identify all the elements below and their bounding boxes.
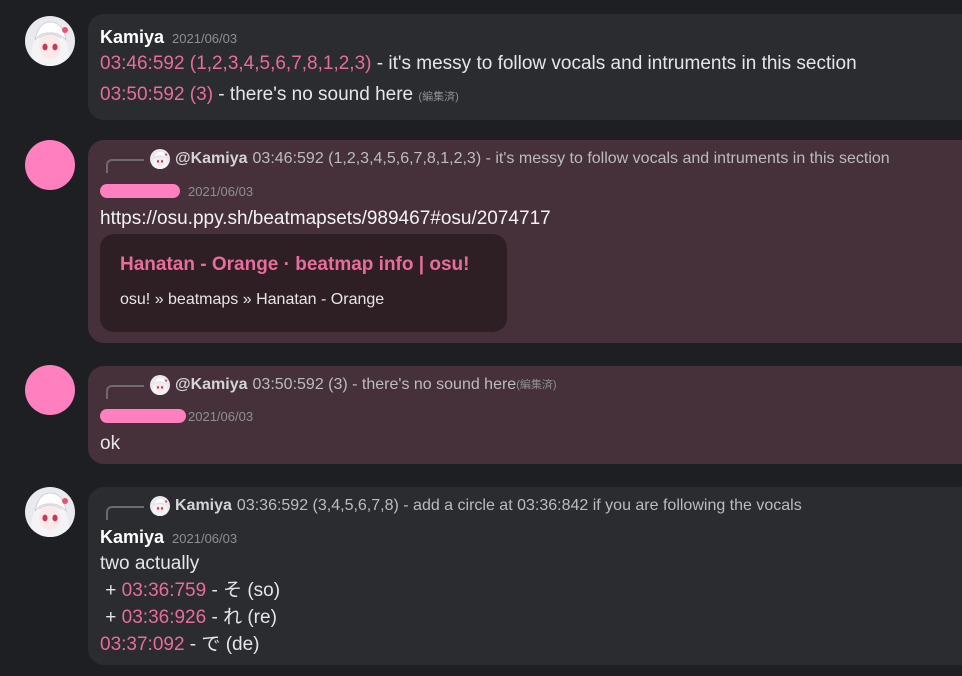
reply-preview[interactable]: @Kamiya 03:46:592 (1,2,3,4,5,6,7,8,1,2,3… (106, 148, 890, 176)
message-bubble: @Kamiya 03:46:592 (1,2,3,4,5,6,7,8,1,2,3… (88, 140, 962, 343)
reply-preview[interactable]: @Kamiya 03:50:592 (3) - there's no sound… (106, 374, 557, 402)
reply-avatar (150, 375, 170, 395)
redacted-author-name (100, 183, 180, 198)
avatar[interactable] (25, 365, 75, 415)
reply-avatar (150, 496, 170, 516)
reply-connector (106, 506, 144, 520)
message-text: - れ (re) (206, 607, 277, 628)
timestamp-link[interactable]: 03:50:592 (3) (100, 84, 213, 105)
message-line: 03:50:592 (3) - there's no sound here (編… (100, 83, 459, 109)
reply-author: @Kamiya (175, 150, 248, 167)
user-avatar-image (25, 16, 75, 66)
edited-label: (編集済) (418, 91, 459, 103)
avatar[interactable] (25, 487, 75, 537)
message-line: 03:46:592 (1,2,3,4,5,6,7,8,1,2,3) - it's… (100, 52, 857, 76)
timestamp-link[interactable]: 03:46:592 (1,2,3,4,5,6,7,8,1,2,3) (100, 53, 371, 74)
message-date: 2021/06/03 (188, 184, 254, 199)
message-text: two actually (100, 553, 200, 574)
reply-avatar (150, 149, 170, 169)
redacted-author-name (100, 408, 186, 423)
list-item: 03:37:092 - で (de) (100, 633, 259, 657)
message-date: 2021/06/03 (172, 31, 238, 46)
message-text: - there's no sound here (213, 84, 419, 105)
message-text: - そ (so) (206, 580, 281, 601)
message-text: - it's messy to follow vocals and intrum… (371, 53, 857, 74)
avatar[interactable] (25, 16, 75, 66)
reply-author: @Kamiya (175, 376, 248, 393)
list-item: + 03:36:926 - れ (re) (100, 607, 277, 628)
author-name[interactable]: Kamiya (100, 527, 164, 547)
embed-title[interactable]: Hanatan - Orange · beatmap info | osu! (120, 254, 469, 276)
message-bubble: @Kamiya 03:50:592 (3) - there's no sound… (88, 366, 962, 464)
avatar[interactable] (25, 140, 75, 190)
message-date: 2021/06/03 (172, 531, 238, 546)
timestamp-link[interactable]: 03:36:926 (122, 607, 207, 628)
message-date: 2021/06/03 (188, 409, 254, 424)
list-item: + 03:36:759 - そ (so) (100, 580, 281, 601)
message-link[interactable]: https://osu.ppy.sh/beatmapsets/989467#os… (100, 207, 551, 231)
reply-connector (106, 385, 144, 399)
message-bubble: Kamiya 03:36:592 (3,4,5,6,7,8) - add a c… (88, 487, 962, 665)
timestamp-link[interactable]: 03:36:759 (122, 580, 207, 601)
reply-connector (106, 159, 144, 173)
reply-text: 03:50:592 (3) - there's no sound here (252, 376, 517, 393)
edited-label: (編集済) (516, 379, 557, 391)
reply-text: 03:36:592 (3,4,5,6,7,8) - add a circle a… (236, 497, 802, 514)
message-bubble: Kamiya 2021/06/03 03:46:592 (1,2,3,4,5,6,… (88, 14, 962, 120)
author-name[interactable]: Kamiya (100, 27, 164, 47)
embed-description: osu! » beatmaps » Hanatan - Orange (120, 291, 385, 308)
reply-text: 03:46:592 (1,2,3,4,5,6,7,8,1,2,3) - it's… (252, 150, 890, 167)
reply-preview[interactable]: Kamiya 03:36:592 (3,4,5,6,7,8) - add a c… (106, 495, 802, 523)
user-avatar-image (25, 487, 75, 537)
link-embed[interactable]: Hanatan - Orange · beatmap info | osu! o… (100, 234, 507, 332)
message-text: - で (de) (184, 634, 260, 655)
reply-author: Kamiya (175, 497, 232, 514)
timestamp-link[interactable]: 03:37:092 (100, 634, 185, 655)
message-text: ok (100, 433, 121, 454)
